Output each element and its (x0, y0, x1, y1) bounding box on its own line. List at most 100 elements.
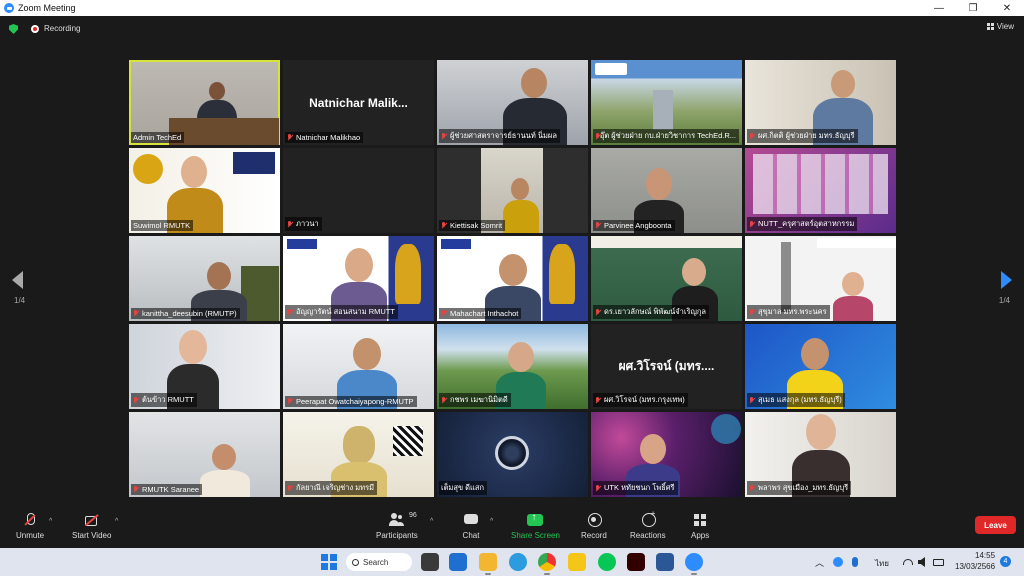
video-tile[interactable]: Mahachart Inthachot (437, 236, 588, 321)
chat-options-caret-icon[interactable]: ^ (490, 518, 493, 525)
clock-time[interactable]: 14:55 (975, 551, 995, 560)
zoom-tray-icon[interactable] (833, 557, 843, 567)
video-tile[interactable]: อุ๊ต ผู้ช่วยฝ่าย กบ.ฝ่ายวิชาการ TechEd.R… (591, 60, 742, 145)
page-indicator-right: 1/4 (998, 296, 1010, 305)
volume-icon[interactable] (918, 557, 925, 567)
video-tile[interactable]: ภาวนา (283, 148, 434, 233)
line-app-icon[interactable] (598, 553, 616, 571)
video-tile[interactable]: Kiettisak Somrit (437, 148, 588, 233)
mic-muted-icon (133, 486, 139, 493)
sticky-notes-icon[interactable] (568, 553, 586, 571)
video-tile[interactable]: Admin TechEd (129, 60, 280, 145)
participant-video (503, 178, 539, 233)
mic-muted-icon (749, 220, 755, 228)
wifi-icon[interactable] (903, 559, 913, 565)
mic-muted-icon (441, 132, 447, 140)
start-video-button[interactable]: Start Video (72, 512, 111, 540)
mic-muted-icon (749, 132, 755, 140)
video-tile[interactable]: ต้นข้าว RMUTT (129, 324, 280, 409)
zoom-app-icon[interactable] (685, 553, 703, 575)
mic-muted-icon (749, 308, 755, 316)
avatar-icon (495, 436, 529, 470)
video-tile[interactable]: ดร.เยาวลักษณ์ พิพัฒน์จำเริญกุล (591, 236, 742, 321)
video-tile[interactable]: Suwimol RMUTK (129, 148, 280, 233)
next-page-arrow-icon[interactable] (1001, 271, 1012, 289)
mic-muted-icon (595, 308, 601, 316)
video-options-caret-icon[interactable]: ^ (115, 518, 118, 525)
clock-date[interactable]: 13/03/2566 (955, 562, 995, 571)
video-tile[interactable]: ผศ.วิโรจน์ (มทร.... ผศ.วิโรจน์ (มทร.กรุง… (591, 324, 742, 409)
participant-big-name: ผศ.วิโรจน์ (มทร.... (618, 359, 715, 373)
illustrator-icon[interactable] (627, 553, 645, 571)
l-app-icon[interactable] (449, 553, 467, 571)
participant-video (200, 444, 250, 497)
leave-button[interactable]: Leave (975, 516, 1016, 534)
reactions-button[interactable]: Reactions (630, 509, 666, 540)
video-tile[interactable]: ผู้ช่วยศาสตราจารย์ธานนท์ นิ่มผล (437, 60, 588, 145)
ornament-icon (395, 244, 421, 304)
video-tile[interactable]: NUTT_ครุศาสตร์อุตสาหกรรม (745, 148, 896, 233)
mic-muted-icon (287, 220, 293, 228)
title-bar: Zoom Meeting — ❐ ✕ (0, 0, 1024, 16)
view-button[interactable]: View (986, 22, 1014, 31)
video-tile[interactable]: สุขุมาล มทร.พระนคร (745, 236, 896, 321)
participants-count: 96 (409, 512, 417, 519)
windows-start-icon[interactable] (321, 554, 337, 570)
unmute-button[interactable]: Unmute (16, 512, 44, 540)
restore-icon[interactable]: ❐ (956, 0, 990, 16)
video-tile[interactable]: Peerapat Owatchaiyapong-RMUTP (283, 324, 434, 409)
microphone-tray-icon[interactable] (852, 557, 858, 567)
participant-name-label: ผศ.วิโรจน์ (มทร.กรุงเทพ) (593, 393, 688, 407)
share-screen-icon (526, 512, 544, 528)
video-tile[interactable]: กชพร เมฆานิมิตดี (437, 324, 588, 409)
participant-name-label: อัญญารัตน์ สอนสนาม RMUTT (285, 305, 399, 319)
video-tile[interactable]: เต็มสุข ดีแสก (437, 412, 588, 497)
participants-options-caret-icon[interactable]: ^ (430, 518, 433, 525)
tray-overflow-chevron-icon[interactable]: ︿ (815, 556, 824, 569)
apps-button[interactable]: Apps (691, 512, 709, 540)
video-tile[interactable]: RMUTK Saranee (129, 412, 280, 497)
task-view-icon[interactable] (421, 553, 439, 571)
video-gallery: Admin TechEd Natnichar Malik... Natnicha… (129, 60, 896, 498)
video-tile[interactable]: Parvinee Angboonta (591, 148, 742, 233)
chat-icon (462, 512, 480, 528)
battery-icon[interactable] (933, 559, 944, 566)
record-button[interactable]: Record (581, 512, 607, 540)
mic-muted-icon (287, 134, 293, 141)
chat-button[interactable]: Chat (462, 512, 480, 540)
audio-options-caret-icon[interactable]: ^ (49, 518, 52, 525)
close-icon[interactable]: ✕ (990, 0, 1024, 16)
video-tile[interactable]: Natnichar Malik... Natnichar Malikhao (283, 60, 434, 145)
video-tile[interactable]: UTK หทัยชนก โพธิ์ศรี (591, 412, 742, 497)
file-explorer-icon[interactable] (479, 553, 497, 575)
video-tile[interactable]: พลาพร สุขเมือง_มทร.ธัญบุรี (745, 412, 896, 497)
grid-view-icon (986, 23, 994, 30)
edge-browser-icon[interactable] (509, 553, 527, 571)
video-tile[interactable]: kanittha_deesubin (RMUTP) (129, 236, 280, 321)
security-shield-icon[interactable] (9, 24, 18, 34)
chrome-browser-icon[interactable] (538, 553, 556, 575)
recording-dot-icon (31, 25, 39, 33)
input-language[interactable]: ไทย (875, 557, 889, 570)
participant-name-label: ผู้ช่วยศาสตราจารย์ธานนท์ นิ่มผล (439, 129, 560, 143)
word-icon[interactable] (656, 553, 674, 571)
participant-name-label: NUTT_ครุศาสตร์อุตสาหกรรม (747, 217, 858, 231)
video-tile[interactable]: อัญญารัตน์ สอนสนาม RMUTT (283, 236, 434, 321)
taskbar-search[interactable]: Search (346, 553, 412, 571)
share-screen-button[interactable]: Share Screen (511, 512, 560, 540)
participant-big-name: Natnichar Malik... (309, 95, 408, 110)
video-tile[interactable]: ผศ.กิตติ ผู้ช่วยฝ่าย มทร.ธัญบุรี (745, 60, 896, 145)
mic-muted-icon (441, 310, 447, 317)
video-tile[interactable]: สุเมธ แสงกุล (มทร.ธัญบุรี) (745, 324, 896, 409)
previous-page-arrow-icon[interactable] (12, 271, 23, 289)
video-tile[interactable]: กัลยาณี เจริญช่าง มทรมี (283, 412, 434, 497)
university-seal-icon (133, 154, 163, 184)
mic-muted-icon (595, 222, 601, 229)
search-icon (352, 558, 359, 566)
notification-badge[interactable]: 4 (1000, 556, 1011, 567)
mic-muted-icon (595, 396, 601, 404)
window-title: Zoom Meeting (18, 3, 76, 13)
record-icon (585, 512, 603, 528)
minimize-icon[interactable]: — (922, 0, 956, 16)
mic-muted-icon (287, 308, 293, 316)
